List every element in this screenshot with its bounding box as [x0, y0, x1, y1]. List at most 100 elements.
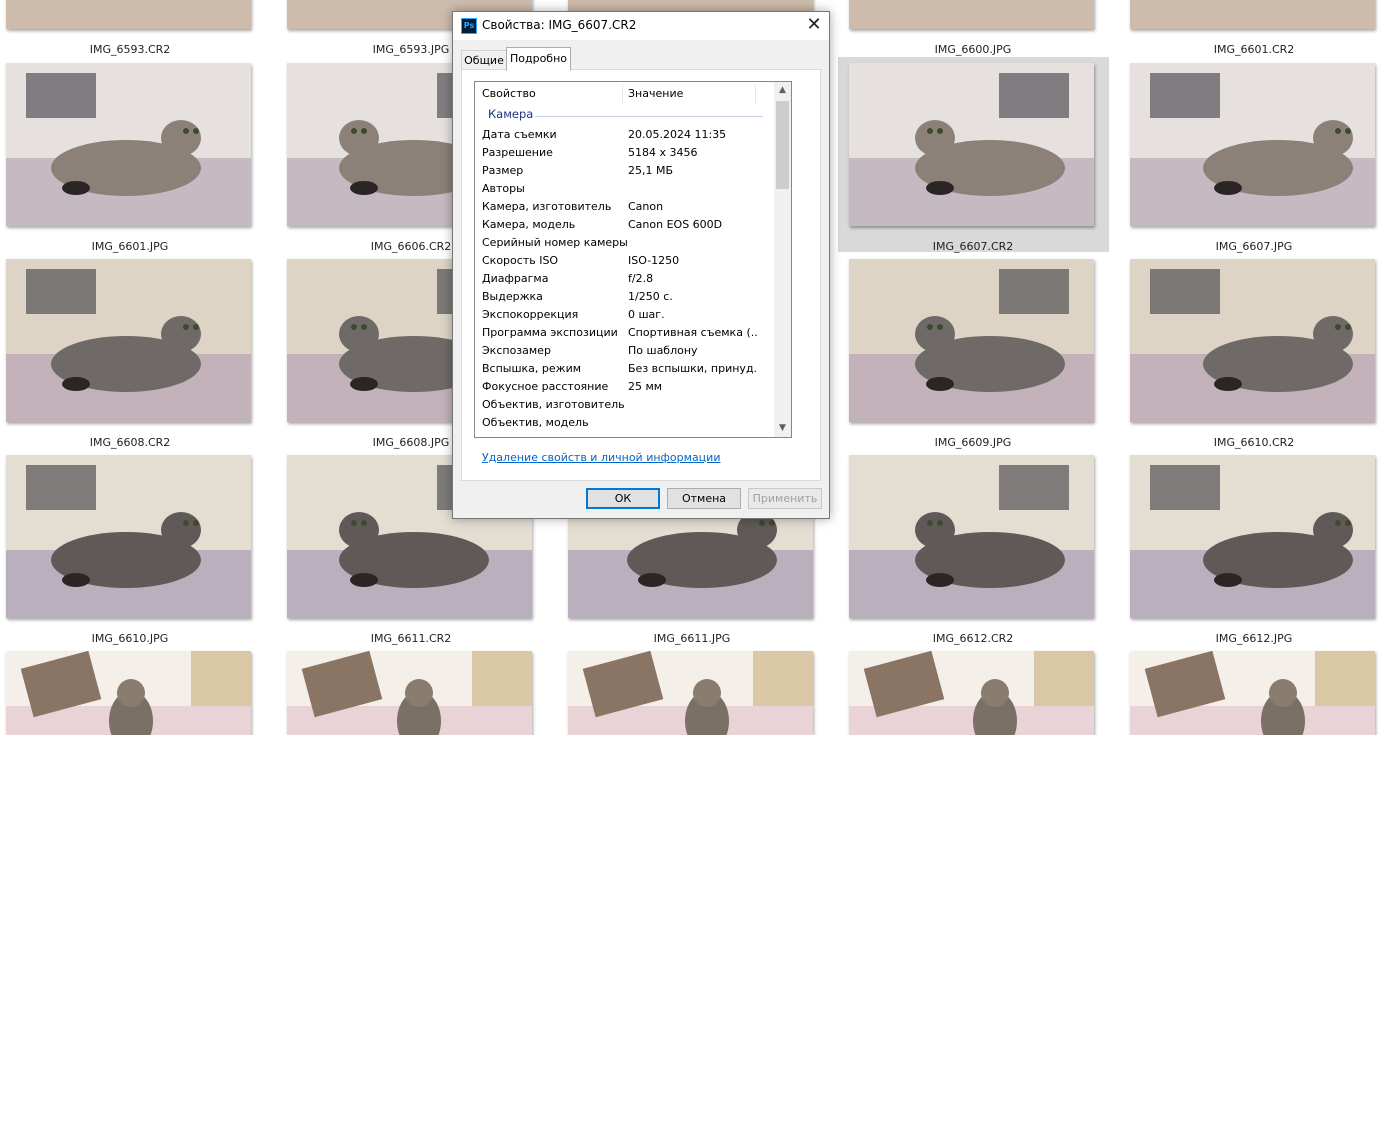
photo-thumbnail[interactable]: [1130, 455, 1375, 618]
table-row[interactable]: Авторы: [475, 180, 772, 198]
thumbnail-item[interactable]: IMG_6612.JPG: [1124, 455, 1392, 645]
photo-thumbnail[interactable]: [6, 63, 251, 226]
property-name: Объектив, изготовитель: [482, 398, 625, 411]
thumbnail-item[interactable]: [843, 651, 1115, 735]
table-row[interactable]: Объектив, изготовитель: [475, 396, 772, 414]
column-header-value[interactable]: Значение: [628, 82, 683, 104]
file-name-label[interactable]: IMG_6601.JPG: [0, 240, 260, 253]
thumbnail-item[interactable]: IMG_6610.CR2: [1124, 259, 1392, 449]
photo-thumbnail[interactable]: [568, 651, 813, 735]
column-divider[interactable]: [622, 85, 623, 103]
property-value: ISO-1250: [628, 254, 680, 267]
table-row[interactable]: Серийный номер камеры: [475, 234, 772, 252]
table-row[interactable]: Экспозамер По шаблону: [475, 342, 772, 360]
property-name: Выдержка: [482, 290, 543, 303]
photo-thumbnail[interactable]: [849, 63, 1094, 226]
property-name: Серийный номер камеры: [482, 236, 628, 249]
thumbnail-item[interactable]: IMG_6609.JPG: [843, 259, 1115, 449]
property-name: Диафрагма: [482, 272, 549, 285]
table-row[interactable]: Дата съемки 20.05.2024 11:35: [475, 126, 772, 144]
table-row[interactable]: Камера, модель Canon EOS 600D: [475, 216, 772, 234]
thumbnail-item[interactable]: [0, 651, 272, 735]
column-header-property[interactable]: Свойство: [482, 82, 536, 104]
table-row[interactable]: Диафрагма f/2.8: [475, 270, 772, 288]
property-name: Экспозамер: [482, 344, 551, 357]
column-divider[interactable]: [755, 85, 756, 103]
file-name-label[interactable]: IMG_6612.CR2: [843, 632, 1103, 645]
file-name-label[interactable]: IMG_6607.CR2: [843, 240, 1103, 253]
file-name-label[interactable]: IMG_6608.CR2: [0, 436, 260, 449]
table-row[interactable]: Объектив, модель: [475, 414, 772, 432]
thumbnail-item[interactable]: IMG_6600.JPG: [843, 0, 1115, 56]
file-name-label[interactable]: IMG_6593.CR2: [0, 43, 260, 56]
tab-general[interactable]: Общие: [461, 50, 507, 71]
file-name-label[interactable]: IMG_6612.JPG: [1124, 632, 1384, 645]
thumbnail-item[interactable]: IMG_6601.JPG: [0, 63, 272, 253]
file-name-label[interactable]: IMG_6611.JPG: [562, 632, 822, 645]
remove-properties-link[interactable]: Удаление свойств и личной информации: [482, 451, 720, 464]
scroll-down-icon[interactable]: ▼: [774, 420, 791, 437]
thumbnail-item[interactable]: IMG_6607.CR2: [838, 57, 1109, 253]
title-bar[interactable]: Ps Свойства: IMG_6607.CR2 ✕: [453, 12, 829, 40]
photo-thumbnail[interactable]: [6, 455, 251, 618]
photo-thumbnail[interactable]: [849, 651, 1094, 735]
property-value: Canon EOS 600D: [628, 218, 723, 231]
property-name: Разрешение: [482, 146, 553, 159]
property-value: 1/250 с.: [628, 290, 673, 303]
tab-details[interactable]: Подробно: [506, 47, 571, 71]
photo-thumbnail[interactable]: [849, 0, 1094, 29]
photoshop-icon: Ps: [461, 18, 477, 34]
file-name-label[interactable]: IMG_6600.JPG: [843, 43, 1103, 56]
thumbnail-item[interactable]: [1124, 651, 1392, 735]
file-name-label[interactable]: IMG_6609.JPG: [843, 436, 1103, 449]
photo-thumbnail[interactable]: [1130, 651, 1375, 735]
photo-thumbnail[interactable]: [849, 455, 1094, 618]
property-name: Камера, изготовитель: [482, 200, 612, 213]
property-value: По шаблону: [628, 344, 698, 357]
thumbnail-item[interactable]: [281, 651, 553, 735]
table-row[interactable]: Размер 25,1 МБ: [475, 162, 772, 180]
property-value: 25,1 МБ: [628, 164, 674, 177]
thumbnail-item[interactable]: IMG_6607.JPG: [1124, 63, 1392, 253]
file-name-label[interactable]: IMG_6610.CR2: [1124, 436, 1384, 449]
group-header-camera[interactable]: Камера: [475, 106, 772, 124]
photo-thumbnail[interactable]: [849, 259, 1094, 422]
table-row[interactable]: Программа экспозиции Спортивная съемка (.…: [475, 324, 772, 342]
thumbnail-item[interactable]: IMG_6593.CR2: [0, 0, 272, 56]
ok-button[interactable]: ОК: [586, 488, 660, 509]
file-name-label[interactable]: IMG_6610.JPG: [0, 632, 260, 645]
property-name: Экспокоррекция: [482, 308, 579, 321]
scroll-up-icon[interactable]: ▲: [774, 82, 791, 99]
table-row[interactable]: Разрешение 5184 x 3456: [475, 144, 772, 162]
thumbnail-item[interactable]: IMG_6601.CR2: [1124, 0, 1392, 56]
table-row[interactable]: Экспокоррекция 0 шаг.: [475, 306, 772, 324]
photo-thumbnail[interactable]: [6, 0, 251, 29]
table-row[interactable]: Фокусное расстояние 25 мм: [475, 378, 772, 396]
scrollbar-thumb[interactable]: [776, 101, 789, 189]
vertical-scrollbar[interactable]: ▲ ▼: [774, 82, 791, 437]
photo-thumbnail[interactable]: [1130, 63, 1375, 226]
photo-thumbnail[interactable]: [287, 651, 532, 735]
table-row[interactable]: Выдержка 1/250 с.: [475, 288, 772, 306]
cancel-button[interactable]: Отмена: [667, 488, 741, 509]
thumbnail-item[interactable]: IMG_6612.CR2: [843, 455, 1115, 645]
property-name: Авторы: [482, 182, 525, 195]
file-name-label[interactable]: IMG_6607.JPG: [1124, 240, 1384, 253]
table-row[interactable]: Камера, изготовитель Canon: [475, 198, 772, 216]
photo-thumbnail[interactable]: [6, 259, 251, 422]
property-name: Объектив, модель: [482, 416, 589, 429]
file-name-label[interactable]: IMG_6611.CR2: [281, 632, 541, 645]
table-row[interactable]: Скорость ISO ISO-1250: [475, 252, 772, 270]
table-row[interactable]: Вспышка, режим Без вспышки, принуд...: [475, 360, 772, 378]
thumbnail-item[interactable]: IMG_6608.CR2: [0, 259, 272, 449]
photo-thumbnail[interactable]: [1130, 0, 1375, 29]
properties-list[interactable]: Свойство Значение Камера Дата съемки 20.0…: [474, 81, 792, 438]
property-value: 0 шаг.: [628, 308, 665, 321]
thumbnail-item[interactable]: [562, 651, 834, 735]
close-icon[interactable]: ✕: [799, 12, 829, 40]
photo-thumbnail[interactable]: [6, 651, 251, 735]
file-name-label[interactable]: IMG_6601.CR2: [1124, 43, 1384, 56]
thumbnail-item[interactable]: IMG_6610.JPG: [0, 455, 272, 645]
property-value: f/2.8: [628, 272, 654, 285]
photo-thumbnail[interactable]: [1130, 259, 1375, 422]
